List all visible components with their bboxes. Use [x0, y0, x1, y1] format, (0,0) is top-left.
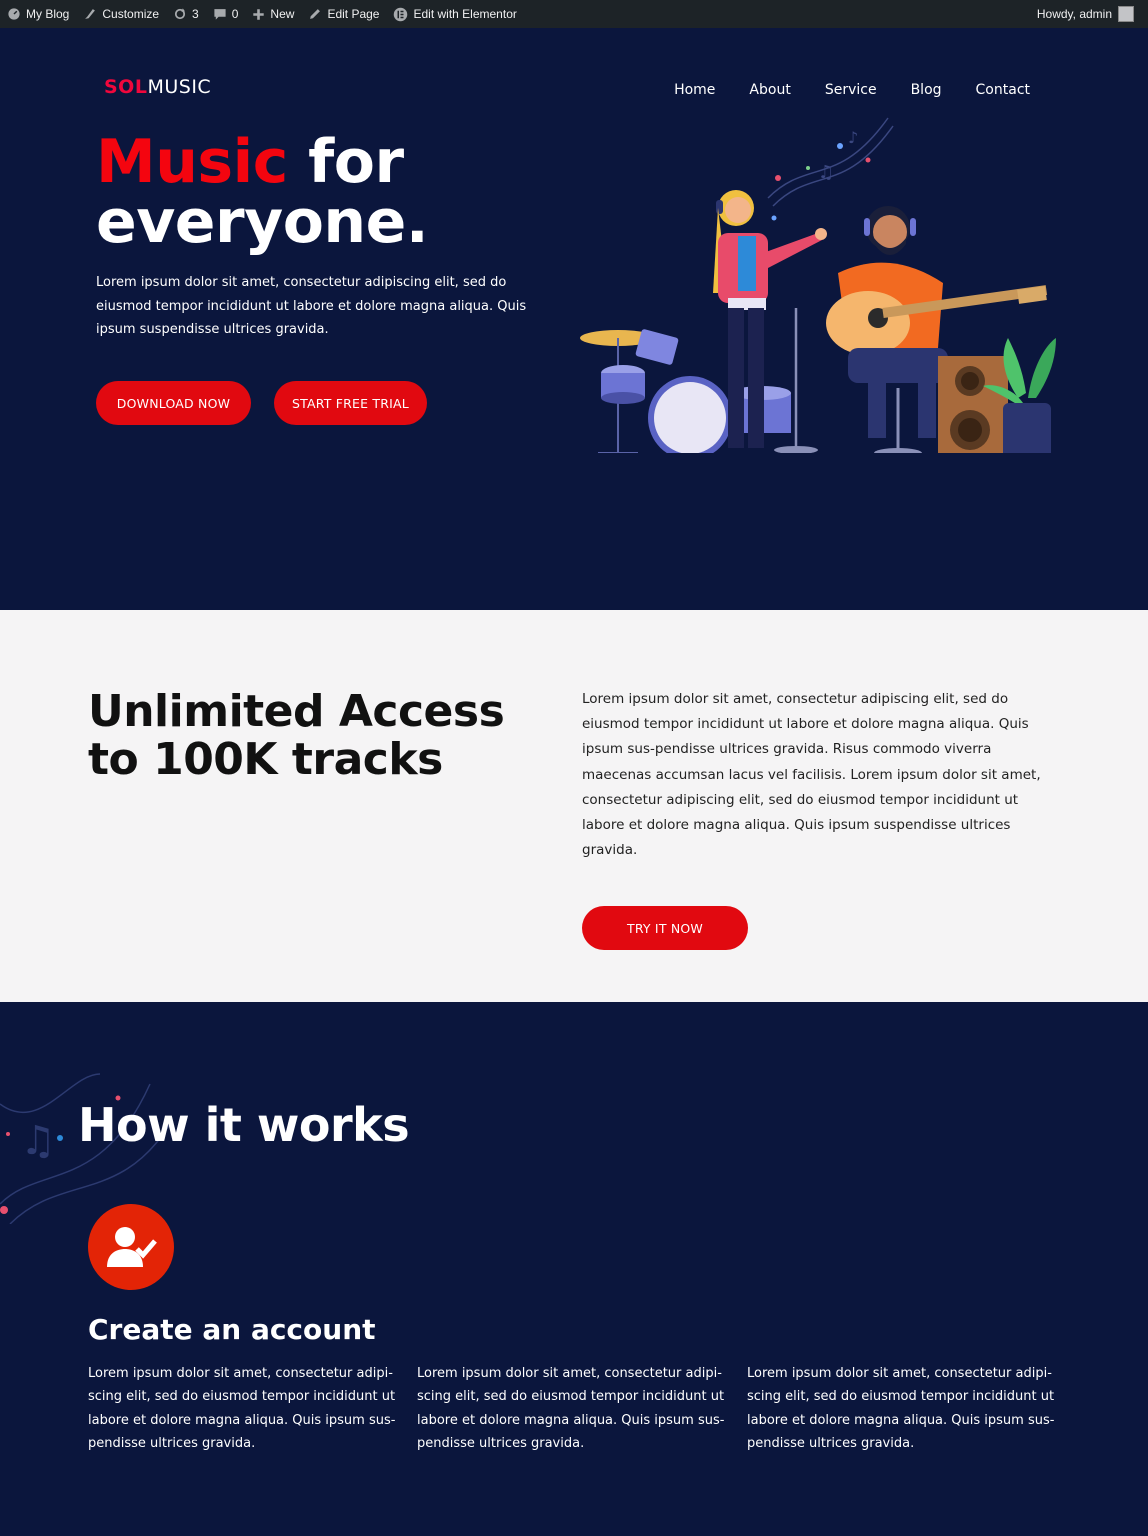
band-illustration: ♫ ♪: [580, 117, 1056, 453]
svg-text:♪: ♪: [848, 128, 858, 147]
brush-icon: [85, 9, 96, 19]
admin-bar-customize[interactable]: Customize: [76, 0, 166, 28]
plus-icon: [253, 8, 265, 20]
updates-count: 3: [192, 7, 199, 21]
admin-bar-comments[interactable]: 0: [206, 0, 246, 28]
start-free-trial-button[interactable]: START FREE TRIAL: [274, 381, 427, 425]
download-now-button[interactable]: DOWNLOAD NOW: [96, 381, 251, 425]
customize-label: Customize: [102, 7, 160, 21]
how-column-1: Lorem ipsum dolor sit amet, consectetur …: [88, 1366, 396, 1452]
logo-part-music: MUSIC: [147, 76, 212, 98]
nav-service[interactable]: Service: [825, 82, 877, 98]
admin-bar-new[interactable]: New: [245, 0, 301, 28]
access-title-line1: Unlimited Access: [88, 686, 505, 737]
access-title-line2: to 100K tracks: [88, 734, 443, 785]
how-it-works-section: ♫ How it works Create an account Lorem i…: [0, 1002, 1148, 1536]
admin-bar-edit-elementor[interactable]: Edit with Elementor: [386, 0, 523, 28]
access-section: Unlimited Access to 100K tracks Lorem ip…: [0, 610, 1148, 1002]
comment-icon: [214, 9, 226, 20]
access-description: Lorem ipsum dolor sit amet, consectetur …: [582, 691, 1041, 859]
edit-elementor-label: Edit with Elementor: [413, 7, 517, 21]
avatar: [1118, 6, 1134, 22]
try-it-now-button[interactable]: TRY IT NOW: [582, 906, 748, 950]
comments-count: 0: [231, 7, 239, 21]
refresh-icon: [174, 8, 186, 20]
pencil-icon: [310, 9, 321, 19]
new-label: New: [270, 7, 295, 21]
site-logo[interactable]: SOLMUSIC: [104, 76, 211, 98]
main-nav: Home About Service Blog Contact: [674, 82, 1030, 98]
nav-about[interactable]: About: [749, 82, 790, 98]
dashboard-icon: [8, 8, 20, 20]
hero-section: SOLMUSIC Home About Service Blog Contact…: [0, 28, 1148, 610]
how-column-3: Lorem ipsum dolor sit amet, consectetur …: [747, 1366, 1055, 1452]
hero-description: Lorem ipsum dolor sit amet, consectetur …: [96, 275, 527, 337]
create-account-icon-badge: [88, 1204, 174, 1290]
edit-page-label: Edit Page: [327, 7, 380, 21]
hero-title: Music for everyone.: [96, 132, 429, 252]
howdy-label: Howdy, admin: [1036, 7, 1112, 21]
admin-bar-account[interactable]: Howdy, admin: [1037, 6, 1148, 22]
admin-bar-my-blog[interactable]: My Blog: [0, 0, 76, 28]
access-title: Unlimited Access to 100K tracks: [88, 686, 505, 785]
nav-home[interactable]: Home: [674, 82, 715, 98]
admin-bar: My Blog Customize 3 0 New Edit Page Edit…: [0, 0, 1148, 28]
nav-blog[interactable]: Blog: [911, 82, 942, 98]
user-check-icon: [107, 1227, 157, 1267]
admin-bar-updates[interactable]: 3: [166, 0, 206, 28]
how-column-2: Lorem ipsum dolor sit amet, consectetur …: [417, 1366, 725, 1452]
logo-part-sol: SOL: [104, 76, 148, 98]
nav-contact[interactable]: Contact: [976, 82, 1030, 98]
my-blog-label: My Blog: [26, 7, 70, 21]
how-it-works-title: How it works: [78, 1098, 410, 1152]
admin-bar-edit-page[interactable]: Edit Page: [301, 0, 386, 28]
svg-text:♫: ♫: [818, 162, 834, 183]
elementor-icon: [394, 7, 408, 21]
svg-text:♫: ♫: [20, 1118, 56, 1164]
step-title: Create an account: [88, 1313, 376, 1346]
hero-title-line2: everyone.: [96, 187, 429, 257]
